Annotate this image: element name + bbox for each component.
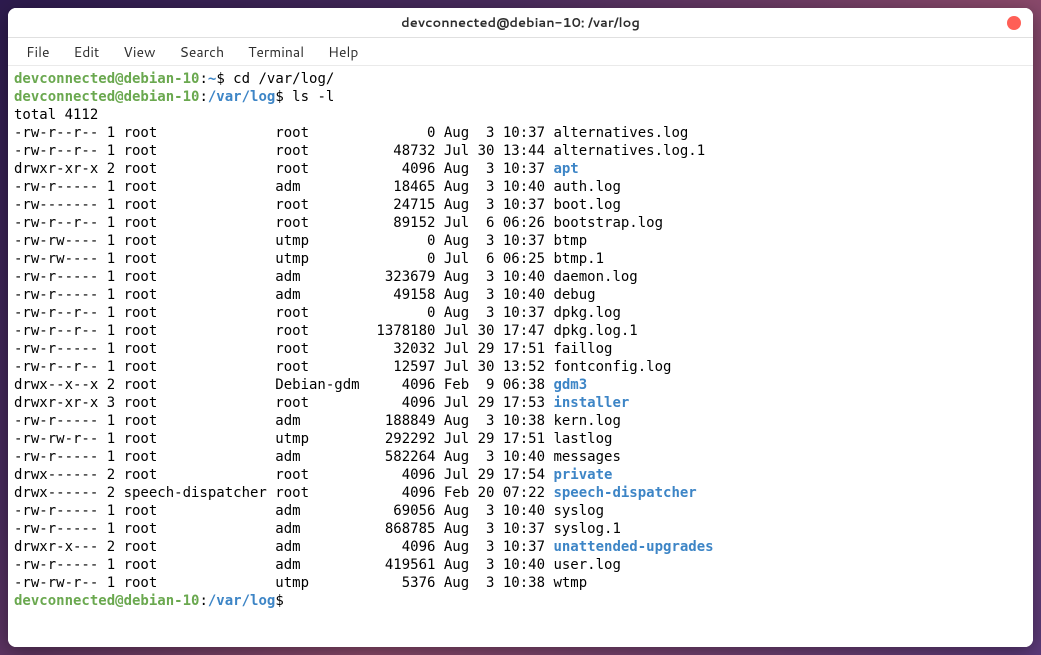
titlebar: devconnected@debian-10: /var/log — [8, 8, 1033, 38]
ls-row: drwxr-x--- 2 root adm 4096 Aug 3 10:37 u… — [14, 538, 1027, 556]
window-title: devconnected@debian-10: /var/log — [401, 14, 640, 32]
prompt-symbol: $ — [216, 71, 233, 87]
directory-name: installer — [553, 395, 629, 411]
file-name: messages — [553, 449, 620, 465]
ls-row: -rw-r----- 1 root adm 419561 Aug 3 10:40… — [14, 556, 1027, 574]
ls-row: drwx------ 2 root root 4096 Jul 29 17:54… — [14, 466, 1027, 484]
ls-row: -rw-r----- 1 root adm 188849 Aug 3 10:38… — [14, 412, 1027, 430]
ls-row: -rw-rw---- 1 root utmp 0 Jul 6 06:25 btm… — [14, 250, 1027, 268]
ls-row: drwx------ 2 speech-dispatcher root 4096… — [14, 484, 1027, 502]
ls-row: -rw-r----- 1 root adm 582264 Aug 3 10:40… — [14, 448, 1027, 466]
file-name: btmp.1 — [553, 251, 604, 267]
prompt-line: devconnected@debian-10:/var/log$ — [14, 592, 1027, 610]
close-button[interactable] — [1007, 16, 1021, 30]
ls-total: total 4112 — [14, 106, 1027, 124]
file-name: boot.log — [553, 197, 620, 213]
menu-edit[interactable]: Edit — [64, 40, 110, 64]
ls-row: -rw-r----- 1 root root 32032 Jul 29 17:5… — [14, 340, 1027, 358]
ls-row: -rw-r----- 1 root adm 323679 Aug 3 10:40… — [14, 268, 1027, 286]
directory-name: speech-dispatcher — [553, 485, 696, 501]
prompt-user: devconnected@debian-10 — [14, 89, 199, 105]
file-name: auth.log — [553, 179, 620, 195]
file-name: syslog — [553, 503, 604, 519]
ls-row: -rw-r----- 1 root adm 69056 Aug 3 10:40 … — [14, 502, 1027, 520]
ls-row: -rw-r----- 1 root adm 868785 Aug 3 10:37… — [14, 520, 1027, 538]
file-name: bootstrap.log — [553, 215, 663, 231]
prompt-line: devconnected@debian-10:/var/log$ ls -l — [14, 88, 1027, 106]
menu-view[interactable]: View — [113, 40, 165, 64]
file-name: syslog.1 — [553, 521, 620, 537]
directory-name: gdm3 — [553, 377, 587, 393]
ls-row: -rw------- 1 root root 24715 Aug 3 10:37… — [14, 196, 1027, 214]
directory-name: unattended-upgrades — [553, 539, 713, 555]
file-name: dpkg.log.1 — [553, 323, 637, 339]
terminal-window: devconnected@debian-10: /var/log File Ed… — [8, 8, 1033, 647]
prompt-sep: : — [199, 89, 207, 105]
ls-row: -rw-r----- 1 root adm 18465 Aug 3 10:40 … — [14, 178, 1027, 196]
command-text: ls -l — [292, 89, 334, 105]
terminal-output[interactable]: devconnected@debian-10:~$ cd /var/log/de… — [8, 66, 1033, 647]
ls-row: -rw-rw---- 1 root utmp 0 Aug 3 10:37 btm… — [14, 232, 1027, 250]
file-name: dpkg.log — [553, 305, 620, 321]
prompt-line: devconnected@debian-10:~$ cd /var/log/ — [14, 70, 1027, 88]
prompt-user: devconnected@debian-10 — [14, 71, 199, 87]
prompt-path: /var/log — [208, 89, 275, 105]
ls-row: -rw-r--r-- 1 root root 1378180 Jul 30 17… — [14, 322, 1027, 340]
ls-row: -rw-r--r-- 1 root root 0 Aug 3 10:37 alt… — [14, 124, 1027, 142]
file-name: kern.log — [553, 413, 620, 429]
file-name: btmp — [553, 233, 587, 249]
directory-name: private — [553, 467, 612, 483]
ls-row: -rw-r--r-- 1 root root 89152 Jul 6 06:26… — [14, 214, 1027, 232]
file-name: alternatives.log.1 — [553, 143, 705, 159]
menu-file[interactable]: File — [16, 40, 60, 64]
ls-row: drwx--x--x 2 root Debian-gdm 4096 Feb 9 … — [14, 376, 1027, 394]
file-name: user.log — [553, 557, 620, 573]
ls-row: drwxr-xr-x 3 root root 4096 Jul 29 17:53… — [14, 394, 1027, 412]
file-name: faillog — [553, 341, 612, 357]
file-name: alternatives.log — [553, 125, 688, 141]
file-name: lastlog — [553, 431, 612, 447]
ls-row: -rw-rw-r-- 1 root utmp 5376 Aug 3 10:38 … — [14, 574, 1027, 592]
file-name: debug — [553, 287, 595, 303]
ls-row: -rw-r--r-- 1 root root 12597 Jul 30 13:5… — [14, 358, 1027, 376]
command-text: cd /var/log/ — [233, 71, 334, 87]
menu-search[interactable]: Search — [170, 40, 235, 64]
ls-row: -rw-r--r-- 1 root root 0 Aug 3 10:37 dpk… — [14, 304, 1027, 322]
file-name: wtmp — [553, 575, 587, 591]
menu-terminal[interactable]: Terminal — [238, 40, 314, 64]
prompt-path: /var/log — [208, 593, 275, 609]
prompt-symbol: $ — [275, 593, 292, 609]
file-name: daemon.log — [553, 269, 637, 285]
prompt-user: devconnected@debian-10 — [14, 593, 199, 609]
menu-help[interactable]: Help — [318, 40, 368, 64]
prompt-sep: : — [199, 71, 207, 87]
directory-name: apt — [553, 161, 578, 177]
ls-row: -rw-r--r-- 1 root root 48732 Jul 30 13:4… — [14, 142, 1027, 160]
ls-row: -rw-r----- 1 root adm 49158 Aug 3 10:40 … — [14, 286, 1027, 304]
menubar: File Edit View Search Terminal Help — [8, 38, 1033, 66]
ls-row: -rw-rw-r-- 1 root utmp 292292 Jul 29 17:… — [14, 430, 1027, 448]
prompt-sep: : — [199, 593, 207, 609]
prompt-symbol: $ — [275, 89, 292, 105]
ls-row: drwxr-xr-x 2 root root 4096 Aug 3 10:37 … — [14, 160, 1027, 178]
file-name: fontconfig.log — [553, 359, 671, 375]
